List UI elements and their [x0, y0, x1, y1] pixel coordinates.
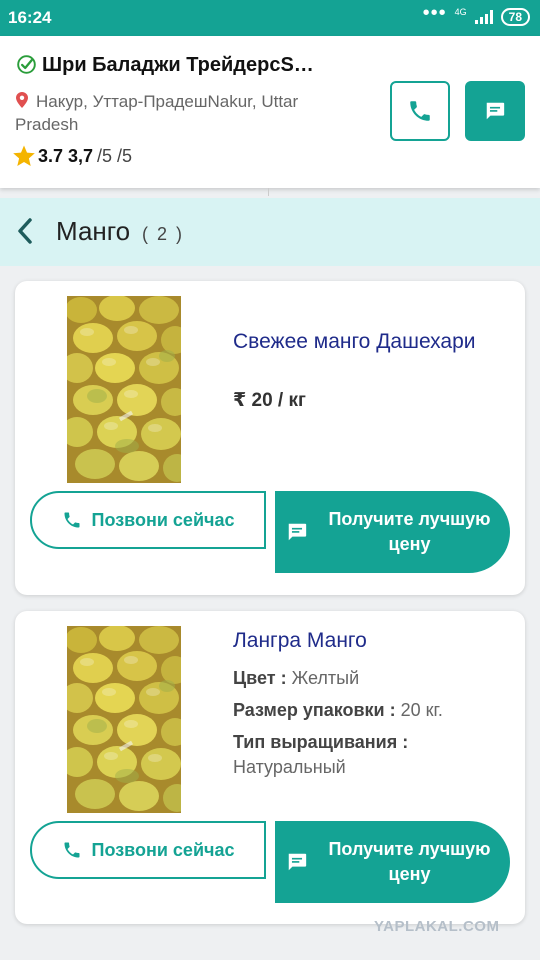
product-image[interactable]	[67, 626, 181, 813]
mango-photo	[67, 626, 181, 813]
chat-icon	[288, 853, 306, 871]
rating-scale: /5 /5	[97, 145, 133, 166]
spec-pack-size: Размер упаковки : 20 кг.	[233, 698, 513, 723]
star-icon	[13, 145, 35, 166]
signal-icon	[474, 10, 493, 24]
call-now-button[interactable]: Позвони сейчас	[30, 491, 266, 549]
seller-name[interactable]: Шри Баладжи ТрейдерсS…	[42, 54, 314, 77]
product-image[interactable]	[67, 296, 181, 483]
spec-label: Тип выращивания :	[233, 732, 409, 752]
product-card[interactable]: Свежее манго Дашехари ₹ 20 / кг Позвони …	[15, 281, 525, 595]
get-best-price-button[interactable]: Получите лучшую цену	[275, 491, 510, 573]
product-name[interactable]: Лангра Манго	[233, 626, 503, 656]
phone-icon	[410, 101, 430, 121]
network-type: 4G	[454, 7, 467, 17]
product-name[interactable]: Свежее манго Дашехари	[233, 327, 503, 357]
call-seller-button[interactable]	[390, 81, 450, 141]
mango-photo	[67, 296, 181, 483]
get-best-price-label: Получите лучшую цену	[328, 509, 491, 554]
phone-icon	[64, 512, 80, 528]
category-bar: Манго ( 2 )	[0, 198, 540, 266]
chat-icon	[288, 523, 306, 541]
spec-label: Размер упаковки :	[233, 700, 396, 720]
product-price: ₹ 20 / кг	[233, 390, 306, 411]
notification-dots-icon: •••	[422, 2, 447, 24]
call-now-label: Позвони сейчас	[91, 839, 235, 860]
status-icons: ••• 4G 78	[422, 2, 530, 26]
spec-cultivation: Тип выращивания : Натуральный	[233, 730, 513, 780]
get-best-price-button[interactable]: Получите лучшую цену	[275, 821, 510, 903]
seller-header: Шри Баладжи ТрейдерсS… Накур, Уттар-Прад…	[0, 36, 540, 196]
spec-color: Цвет : Желтый	[233, 666, 513, 691]
spec-label: Цвет :	[233, 668, 287, 688]
header-divider	[268, 188, 269, 196]
rating-value: 3.7 3,7	[38, 145, 94, 166]
status-time: 16:24	[8, 8, 52, 27]
phone-icon	[64, 842, 80, 858]
check-circle-icon	[17, 55, 36, 74]
seller-rating: 3.7 3,7 /5 /5	[12, 144, 132, 168]
get-best-price-label: Получите лучшую цену	[328, 839, 491, 884]
bottom-strip	[0, 938, 540, 960]
status-bar: 16:24 ••• 4G 78	[0, 0, 540, 36]
message-seller-button[interactable]	[465, 81, 525, 141]
spec-value: Желтый	[291, 668, 360, 688]
back-chevron-icon[interactable]	[14, 216, 36, 246]
category-count: ( 2 )	[142, 224, 185, 244]
spec-value: Натуральный	[233, 757, 346, 777]
call-now-label: Позвони сейчас	[91, 509, 235, 530]
battery-level: 78	[508, 10, 522, 24]
battery-icon: 78	[500, 8, 530, 26]
seller-address: Накур, Уттар-ПрадешNakur, Uttar Pradesh	[15, 92, 299, 134]
product-card[interactable]: Лангра Манго Цвет : Желтый Размер упаков…	[15, 611, 525, 924]
watermark: YAPLAKAL.COM	[374, 918, 500, 935]
spec-value: 20 кг.	[400, 700, 443, 720]
call-now-button[interactable]: Позвони сейчас	[30, 821, 266, 879]
chat-icon	[486, 102, 505, 120]
category-title: Манго	[56, 216, 131, 246]
